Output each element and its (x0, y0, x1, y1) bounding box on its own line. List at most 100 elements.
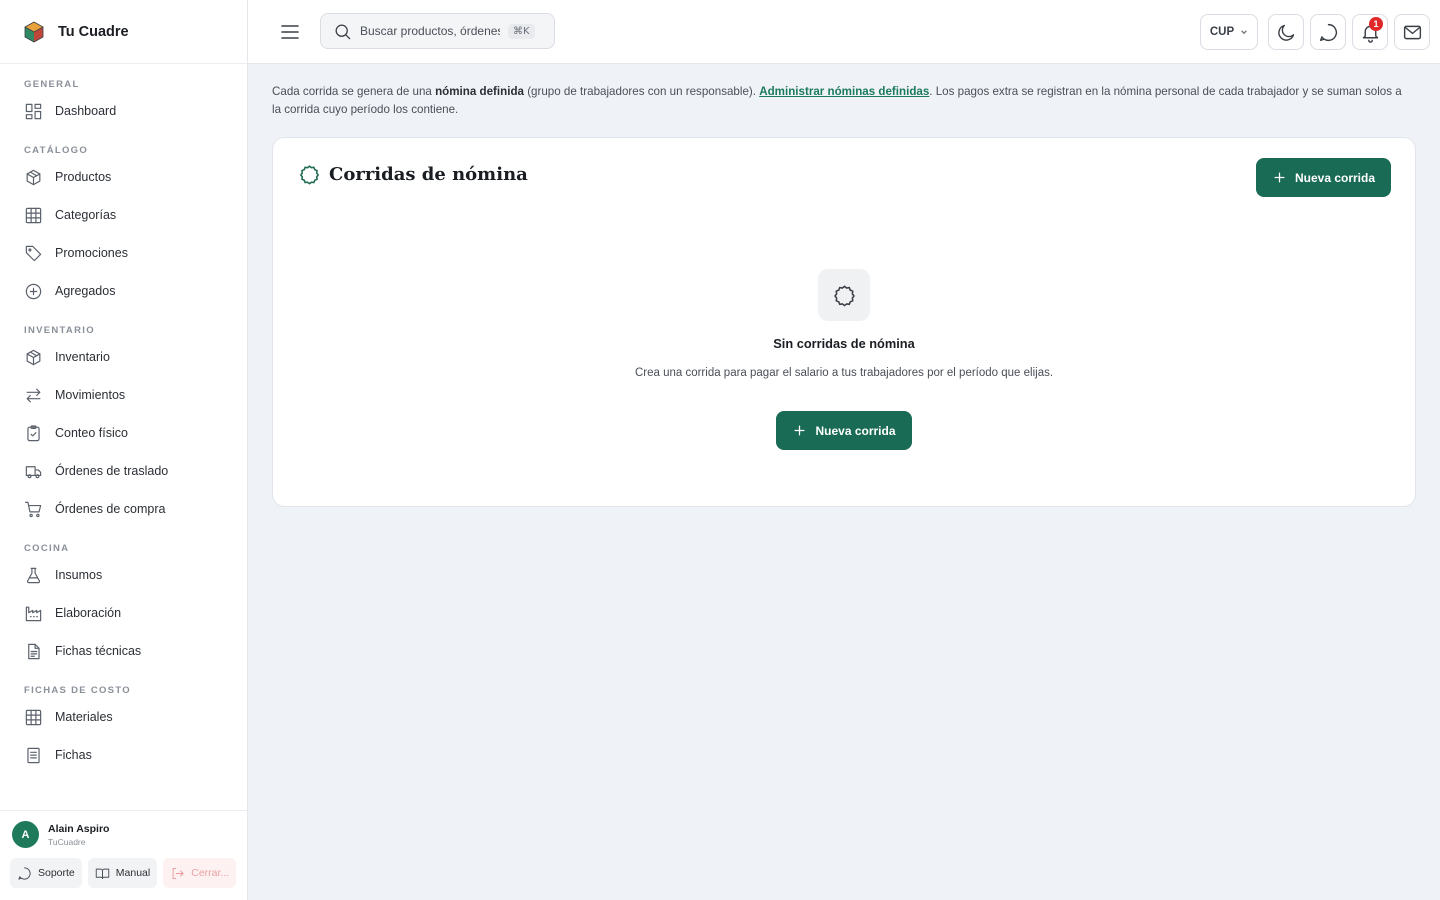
info-part2: (grupo de trabajadores con un responsabl… (523, 85, 760, 98)
notifications-button[interactable]: 1 (1352, 14, 1388, 50)
sidebar-nav: GENERAL Dashboard CATÁLOGO Productos Cat… (0, 64, 247, 810)
sidebar-item-label: Categorías (55, 208, 117, 222)
file-text-icon (28, 643, 40, 659)
cart-icon (24, 501, 42, 517)
sidebar-item-label: Fichas (55, 748, 92, 762)
currency-selector[interactable]: CUP (1200, 14, 1258, 50)
new-run-label: Nueva corrida (1294, 170, 1376, 185)
sidebar-item-elaboracion[interactable]: Elaboración (0, 594, 247, 632)
moon-icon (1277, 24, 1294, 41)
sidebar-item-label: Movimientos (55, 388, 126, 402)
sidebar-item-label: Materiales (55, 710, 113, 724)
sidebar-item-insumos[interactable]: Insumos (0, 556, 247, 594)
sidebar-item-fichas-tecnicas[interactable]: Fichas técnicas (0, 632, 247, 670)
search-shortcut: ⌘K (508, 23, 535, 39)
empty-new-run-button[interactable]: Nueva corrida (776, 411, 912, 450)
logo-icon (24, 21, 44, 42)
nav-section-cocina: COCINA (24, 543, 70, 554)
info-text: Cada corrida se genera de una nómina def… (272, 83, 1412, 119)
empty-state-title: Sin corridas de nómina (773, 336, 915, 351)
sidebar-item-productos[interactable]: Productos (0, 158, 247, 196)
arrows-icon (26, 388, 41, 402)
plus-icon (794, 425, 805, 436)
nav-section-inventario: INVENTARIO (24, 325, 95, 336)
sidebar: Tu Cuadre GENERAL Dashboard CATÁLOGO Pro… (0, 0, 248, 900)
support-label: Soporte (38, 867, 75, 879)
sidebar-item-label: Órdenes de traslado (55, 464, 169, 478)
info-bold: nómina definida (435, 85, 524, 98)
brand[interactable]: Tu Cuadre (0, 0, 247, 64)
chevron-down-icon (1241, 30, 1247, 35)
hamburger-icon (281, 25, 299, 39)
manual-button[interactable]: Manual (87, 858, 158, 888)
sidebar-item-label: Agregados (55, 284, 116, 298)
user-name: Alain Aspiro (48, 822, 110, 835)
main-content: Cada corrida se genera de una nómina def… (248, 64, 1440, 900)
sidebar-item-label: Elaboración (55, 606, 122, 620)
sidebar-footer: A Alain Aspiro TuCuadre Soporte Manual C… (0, 810, 247, 900)
sidebar-item-label: Dashboard (55, 104, 117, 118)
badge-icon (833, 284, 855, 307)
sidebar-item-label: Promociones (55, 246, 128, 260)
app-name: Tu Cuadre (58, 23, 129, 40)
mail-icon (1403, 25, 1421, 39)
plus-circle-icon (25, 283, 42, 299)
sidebar-item-label: Inventario (55, 350, 110, 364)
messages-button[interactable] (1394, 14, 1430, 50)
file-text-icon (27, 747, 40, 763)
page-title: Corridas de nómina (329, 164, 528, 185)
manage-payrolls-link[interactable]: Administrar nóminas definidas (759, 85, 929, 98)
chat-icon (1319, 23, 1337, 41)
sidebar-item-conteo-fisico[interactable]: Conteo físico (0, 414, 247, 452)
sidebar-item-categorias[interactable]: Categorías (0, 196, 247, 234)
user-org: TuCuadre (48, 836, 86, 847)
nav-section-catalogo: CATÁLOGO (24, 145, 89, 156)
book-icon (95, 868, 109, 879)
sidebar-item-fichas[interactable]: Fichas (0, 736, 247, 774)
box-icon (26, 349, 41, 365)
chat-icon (18, 866, 31, 880)
sidebar-item-inventario[interactable]: Inventario (0, 338, 247, 376)
clipboard-check-icon (27, 424, 40, 441)
info-part1: Cada corrida se genera de una (272, 85, 436, 98)
search-input[interactable] (360, 24, 500, 38)
nav-section-fichas-costo: FICHAS DE COSTO (24, 685, 131, 696)
search-box[interactable]: ⌘K (320, 13, 555, 49)
sidebar-item-ordenes-traslado[interactable]: Órdenes de traslado (0, 452, 247, 490)
nav-section-general: GENERAL (24, 79, 80, 90)
menu-toggle-button[interactable] (278, 20, 302, 44)
avatar: A (12, 821, 39, 848)
badge-icon (299, 165, 320, 185)
empty-state-description: Crea una corrida para pagar el salario a… (634, 367, 1054, 379)
logout-icon (172, 867, 184, 879)
chat-button[interactable] (1310, 14, 1346, 50)
empty-new-run-label: Nueva corrida (815, 423, 896, 438)
sidebar-item-label: Productos (55, 170, 112, 184)
theme-toggle-button[interactable] (1268, 14, 1304, 50)
sidebar-item-label: Órdenes de compra (55, 502, 166, 516)
sidebar-item-label: Fichas técnicas (55, 644, 142, 658)
box-icon (26, 169, 41, 185)
payroll-runs-card: Corridas de nómina Nueva corrida Sin cor… (272, 137, 1416, 507)
truck-icon (25, 465, 42, 478)
sidebar-item-promociones[interactable]: Promociones (0, 234, 247, 272)
sidebar-item-ordenes-compra[interactable]: Órdenes de compra (0, 490, 247, 528)
logout-label: Cerrar... (191, 867, 230, 879)
user-profile[interactable]: A Alain Aspiro TuCuadre (10, 821, 239, 848)
new-run-button[interactable]: Nueva corrida (1256, 158, 1391, 197)
grid-icon (25, 709, 42, 725)
logout-button[interactable]: Cerrar... (163, 858, 237, 888)
notification-badge: 1 (1369, 17, 1383, 31)
sidebar-item-materiales[interactable]: Materiales (0, 698, 247, 736)
dashboard-icon (25, 103, 42, 119)
plus-icon (1274, 172, 1285, 183)
manual-label: Manual (115, 867, 151, 879)
top-header: ⌘K CUP 1 (248, 0, 1440, 64)
grid-icon (25, 207, 42, 223)
search-icon (335, 24, 351, 39)
support-button[interactable]: Soporte (10, 858, 82, 888)
flask-icon (26, 567, 41, 583)
sidebar-item-dashboard[interactable]: Dashboard (0, 92, 247, 130)
sidebar-item-agregados[interactable]: Agregados (0, 272, 247, 310)
sidebar-item-movimientos[interactable]: Movimientos (0, 376, 247, 414)
